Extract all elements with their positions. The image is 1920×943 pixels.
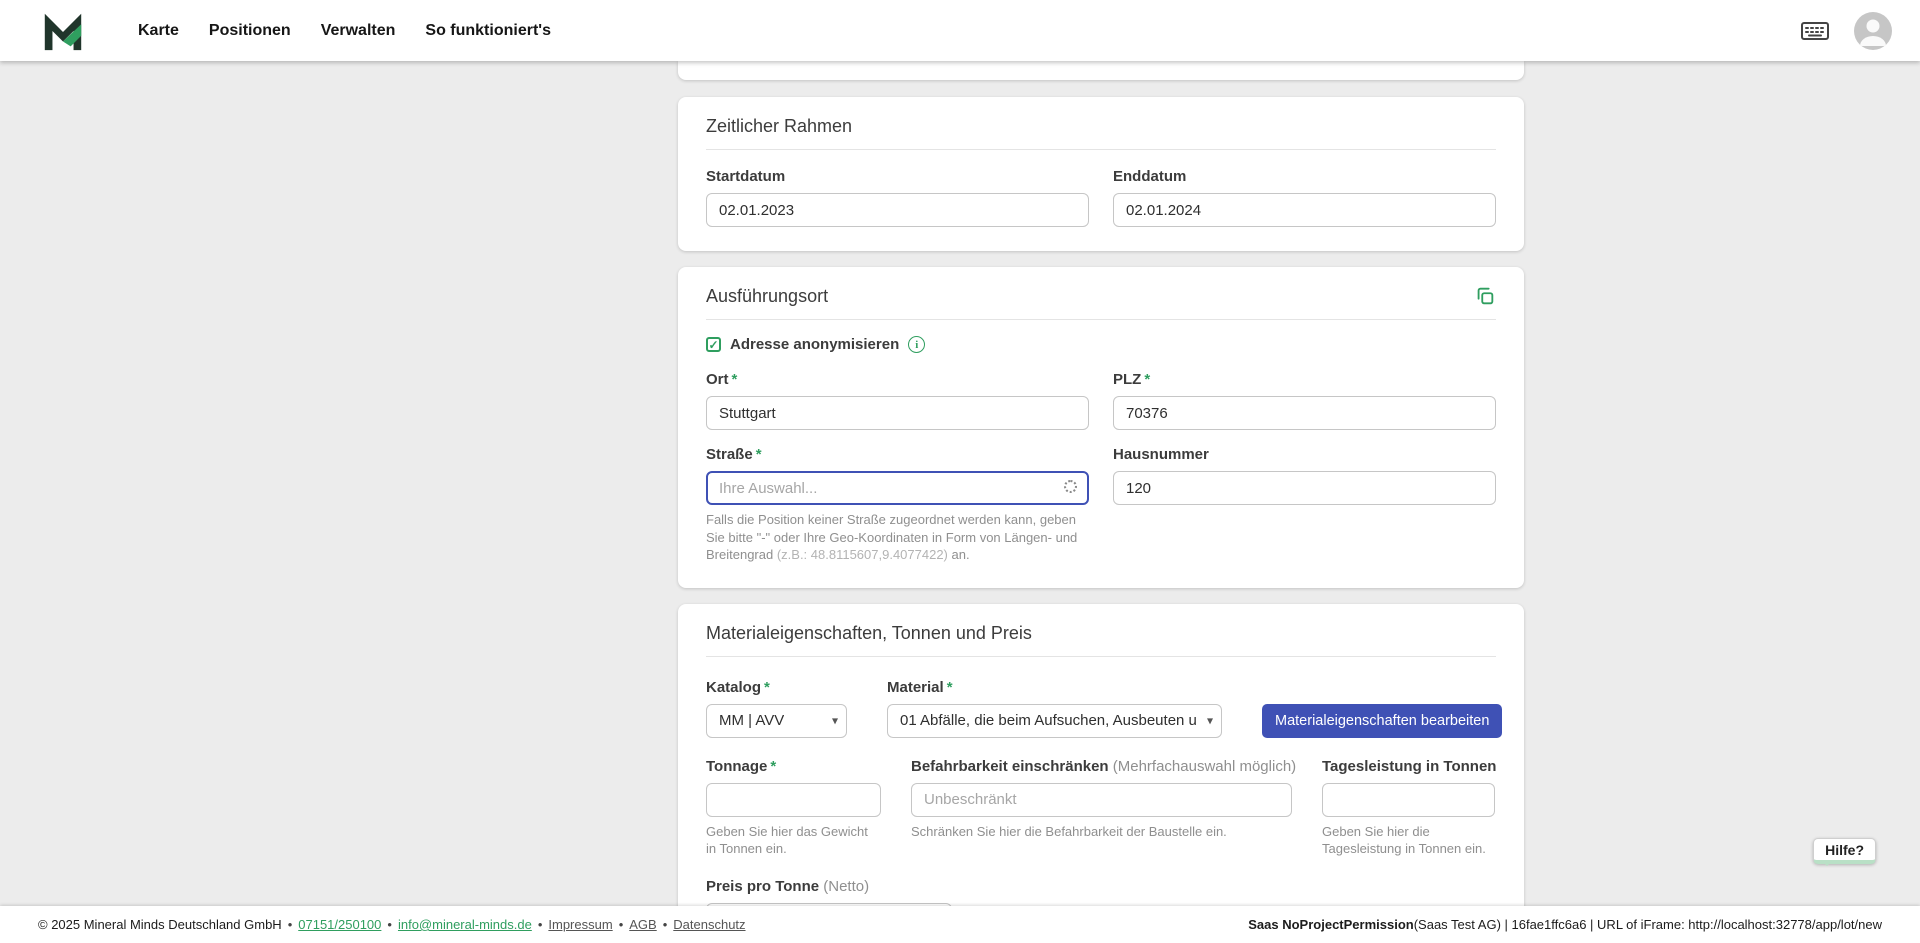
email-link[interactable]: info@mineral-minds.de [398, 917, 532, 932]
required-marker: * [764, 679, 770, 696]
separator: • [288, 917, 293, 932]
required-marker: * [732, 371, 738, 388]
strasse-field: Straße* Falls die Position keiner Straße… [706, 444, 1089, 564]
environment-info: Saas NoProjectPermission (Saas Test AG) … [1248, 917, 1882, 932]
top-navbar: Karte Positionen Verwalten So funktionie… [0, 0, 1920, 61]
nav-item-verwalten[interactable]: Verwalten [321, 22, 396, 40]
preis-label: Preis pro Tonne (Netto) [706, 876, 1496, 897]
katalog-field: Katalog* MM | AVV ▾ [706, 677, 847, 738]
location-card: Ausführungsort ✓ Adresse anonymisieren i… [678, 267, 1524, 588]
strasse-helper: Falls die Position keiner Straße zugeord… [706, 511, 1089, 564]
location-title: Ausführungsort [706, 285, 828, 307]
ort-field: Ort* [706, 369, 1089, 430]
required-marker: * [756, 446, 762, 463]
anonymize-row: ✓ Adresse anonymisieren i [706, 336, 1496, 353]
required-marker: * [1144, 371, 1150, 388]
edit-material-properties-button[interactable]: Materialeigenschaften bearbeiten [1262, 704, 1502, 738]
startdatum-label: Startdatum [706, 166, 1089, 187]
datenschutz-link[interactable]: Datenschutz [673, 917, 745, 932]
plz-field: PLZ* [1113, 369, 1496, 430]
tonnage-field: Tonnage* Geben Sie hier das Gewicht in T… [706, 756, 881, 858]
main-nav: Karte Positionen Verwalten So funktionie… [138, 22, 551, 40]
strasse-input[interactable] [706, 471, 1089, 505]
ort-input[interactable] [706, 396, 1089, 430]
befahrbarkeit-field: Befahrbarkeit einschränken (Mehrfachausw… [911, 756, 1292, 841]
phone-link[interactable]: 07151/250100 [298, 917, 381, 932]
required-marker: * [947, 679, 953, 696]
material-title: Materialeigenschaften, Tonnen und Preis [706, 622, 1032, 644]
keyboard-icon[interactable] [1800, 20, 1830, 42]
info-icon[interactable]: i [908, 336, 925, 353]
startdatum-field: Startdatum [706, 166, 1089, 227]
startdatum-input[interactable] [706, 193, 1089, 227]
tagesleistung-field: Tagesleistung in Tonnen Geben Sie hier d… [1322, 756, 1495, 858]
divider [706, 656, 1496, 657]
lot-form: Zeitlicher Rahmen Startdatum Enddatum Au… [678, 61, 1524, 943]
anonymize-label: Adresse anonymisieren [730, 336, 899, 353]
befahrbarkeit-input[interactable] [911, 783, 1292, 817]
enddatum-field: Enddatum [1113, 166, 1496, 227]
tagesleistung-label: Tagesleistung in Tonnen [1322, 756, 1495, 777]
separator: • [538, 917, 543, 932]
material-field: Material* 01 Abfälle, die beim Aufsuchen… [887, 677, 1222, 738]
chevron-down-icon: ▾ [1207, 713, 1213, 727]
anonymize-checkbox[interactable]: ✓ [706, 337, 721, 352]
divider [706, 319, 1496, 320]
tonnage-input[interactable] [706, 783, 881, 817]
ort-label: Ort* [706, 369, 1089, 390]
page-footer: © 2025 Mineral Minds Deutschland GmbH • … [0, 906, 1920, 943]
agb-link[interactable]: AGB [629, 917, 656, 932]
nav-item-positionen[interactable]: Positionen [209, 22, 291, 40]
mineral-minds-logo[interactable] [40, 9, 86, 53]
enddatum-label: Enddatum [1113, 166, 1496, 187]
material-card: Materialeigenschaften, Tonnen und Preis … [678, 604, 1524, 943]
separator: • [387, 917, 392, 932]
material-select[interactable]: 01 Abfälle, die beim Aufsuchen, Ausbeute… [887, 704, 1222, 738]
impressum-link[interactable]: Impressum [548, 917, 612, 932]
copyright-text: © 2025 Mineral Minds Deutschland GmbH [38, 917, 282, 932]
user-avatar[interactable] [1854, 12, 1892, 50]
befahrbarkeit-helper: Schränken Sie hier die Befahrbarkeit der… [911, 823, 1292, 841]
enddatum-input[interactable] [1113, 193, 1496, 227]
divider [706, 149, 1496, 150]
chevron-down-icon: ▾ [832, 713, 838, 727]
hausnummer-label: Hausnummer [1113, 444, 1496, 465]
tagesleistung-input[interactable] [1322, 783, 1495, 817]
copy-icon[interactable] [1474, 285, 1496, 307]
nav-item-karte[interactable]: Karte [138, 22, 179, 40]
plz-label: PLZ* [1113, 369, 1496, 390]
strasse-label: Straße* [706, 444, 1089, 465]
separator: • [663, 917, 668, 932]
katalog-label: Katalog* [706, 677, 847, 698]
time-frame-card: Zeitlicher Rahmen Startdatum Enddatum [678, 97, 1524, 251]
previous-card-partial [678, 61, 1524, 80]
tonnage-label: Tonnage* [706, 756, 881, 777]
katalog-select[interactable]: MM | AVV ▾ [706, 704, 847, 738]
loading-spinner-icon [1064, 480, 1077, 493]
time-frame-title: Zeitlicher Rahmen [706, 115, 852, 137]
plz-input[interactable] [1113, 396, 1496, 430]
help-button[interactable]: Hilfe? [1813, 838, 1876, 864]
hausnummer-field: Hausnummer [1113, 444, 1496, 505]
material-label: Material* [887, 677, 1222, 698]
tagesleistung-helper: Geben Sie hier die Tagesleistung in Tonn… [1322, 823, 1495, 858]
befahrbarkeit-label: Befahrbarkeit einschränken (Mehrfachausw… [911, 756, 1292, 777]
nav-item-so-funktionierts[interactable]: So funktioniert's [425, 22, 551, 40]
hausnummer-input[interactable] [1113, 471, 1496, 505]
tonnage-helper: Geben Sie hier das Gewicht in Tonnen ein… [706, 823, 881, 858]
separator: • [619, 917, 624, 932]
required-marker: * [770, 758, 776, 775]
